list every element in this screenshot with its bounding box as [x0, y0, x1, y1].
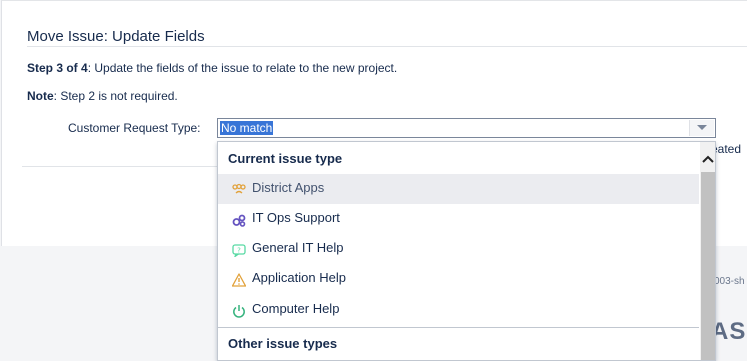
svg-text:?: ?: [237, 247, 241, 255]
page-title: Move Issue: Update Fields: [27, 28, 205, 45]
footer-text-fragment: 003-sh: [714, 276, 745, 287]
scrollbar-thumb[interactable]: [701, 172, 715, 360]
option-label: Computer Help: [252, 301, 340, 316]
note-body: : Step 2 is not required.: [53, 89, 178, 103]
group-heading-current: Current issue type: [228, 151, 343, 166]
chevron-down-icon: [697, 125, 707, 130]
option-label: IT Ops Support: [252, 210, 340, 225]
option-district-apps[interactable]: District Apps: [218, 174, 699, 204]
option-general-it-help[interactable]: ? General IT Help: [218, 234, 699, 264]
option-label: District Apps: [252, 180, 325, 195]
title-divider: [27, 46, 747, 47]
footer-logo: ASS: [711, 318, 747, 345]
customer-request-type-label: Customer Request Type:: [68, 121, 201, 135]
option-computer-help[interactable]: Computer Help: [218, 295, 699, 325]
step-text: : Update the fields of the issue to rela…: [87, 61, 398, 75]
note-prefix: Note: [27, 89, 54, 103]
select-input-value[interactable]: No match: [220, 121, 274, 135]
step-prefix: Step 3 of 4: [27, 61, 88, 75]
chevron-up-icon[interactable]: [702, 154, 714, 164]
dropdown-toggle-button[interactable]: [689, 120, 714, 136]
form-divider: [22, 166, 222, 167]
group-heading-other: Other issue types: [228, 336, 338, 351]
dropdown-scrollbar[interactable]: [700, 142, 715, 360]
customer-request-type-select[interactable]: No match: [217, 118, 716, 138]
warning-icon: [232, 273, 246, 287]
option-it-ops-support[interactable]: IT Ops Support: [218, 204, 699, 234]
note-text: Note: Step 2 is not required.: [27, 89, 178, 103]
option-label: General IT Help: [252, 240, 344, 255]
option-application-help[interactable]: Application Help: [218, 264, 699, 294]
step-instructions: Step 3 of 4: Update the fields of the is…: [27, 61, 397, 75]
request-type-dropdown: Current issue type District Apps IT Ops …: [217, 141, 716, 361]
power-icon: [233, 305, 245, 318]
group-divider: [218, 327, 699, 328]
gears-icon: [232, 214, 246, 227]
option-label: Application Help: [252, 270, 346, 285]
help-chat-icon: ?: [232, 244, 246, 257]
people-icon: [232, 183, 246, 194]
